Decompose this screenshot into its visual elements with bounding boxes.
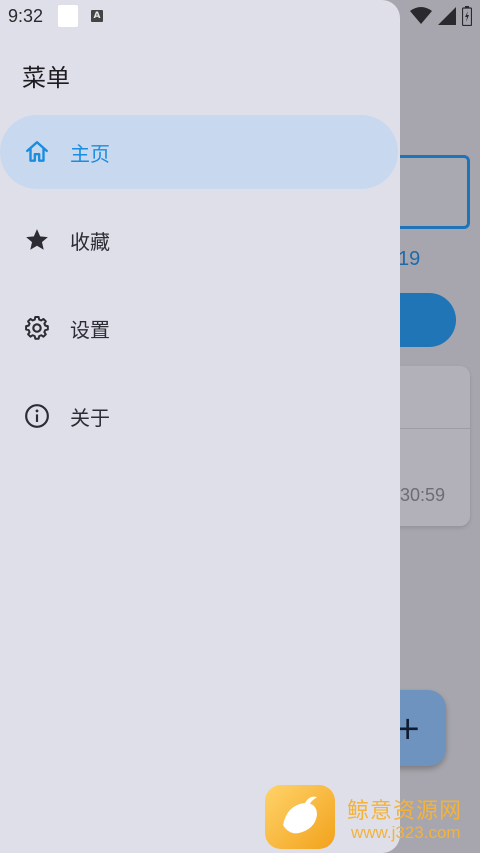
- info-icon: [24, 403, 50, 429]
- status-bar: 9:32 A: [0, 0, 480, 34]
- drawer-item-label: 收藏: [70, 229, 110, 254]
- gear-icon: [24, 315, 50, 341]
- drawer-item-home[interactable]: 主页: [0, 115, 398, 189]
- drawer-item-about[interactable]: 关于: [0, 379, 400, 453]
- watermark: 鲸意资源网 www.j323.com: [265, 785, 480, 853]
- drawer-item-label: 关于: [70, 405, 110, 430]
- watermark-logo: [265, 785, 335, 849]
- status-icons: [410, 6, 473, 30]
- star-icon: [24, 227, 50, 253]
- a-icon: A: [91, 10, 103, 22]
- notification-box-icon: [58, 5, 78, 27]
- drawer-item-label: 主页: [70, 141, 110, 166]
- drawer-item-label: 设置: [70, 317, 110, 342]
- drawer-item-favorites[interactable]: 收藏: [0, 203, 400, 277]
- home-icon: [24, 139, 50, 165]
- battery-icon: [461, 6, 473, 30]
- status-time: 9:32: [8, 6, 44, 26]
- watermark-url: www.j323.com: [351, 823, 461, 842]
- navigation-drawer: 菜单 主页 收藏 设置 关于: [0, 0, 400, 853]
- watermark-name: 鲸意资源网: [347, 799, 463, 824]
- whale-icon: [283, 796, 317, 834]
- drawer-item-settings[interactable]: 设置: [0, 291, 400, 365]
- background-number-text: 19: [398, 248, 421, 270]
- drawer-title: 菜单: [22, 64, 70, 92]
- wifi-icon: [410, 7, 432, 29]
- background-time-text: :30:59: [395, 485, 446, 505]
- signal-icon: [438, 7, 456, 29]
